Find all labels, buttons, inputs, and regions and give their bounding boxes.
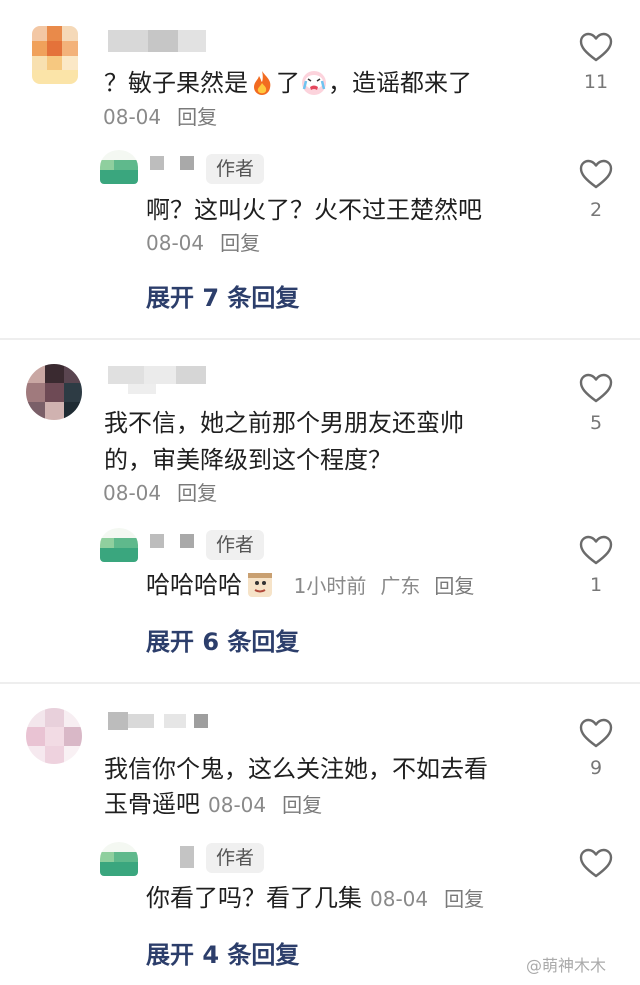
author-badge: 作者 xyxy=(206,843,265,873)
comment-date: 08-04 xyxy=(103,481,162,505)
heart-outline-icon[interactable] xyxy=(579,848,613,878)
reply-text: 你看了吗？看了几集 08-04 回复 xyxy=(146,884,485,912)
reply-button[interactable]: 回复 xyxy=(177,105,217,129)
comment-text-line1: 我不信，她之前那个男朋友还蛮帅 xyxy=(104,409,464,437)
heart-outline-icon[interactable] xyxy=(579,718,613,748)
like-count: 11 xyxy=(583,71,609,93)
like-count: 5 xyxy=(589,412,603,434)
comment-text-line1: 我信你个鬼，这么关注她，不如去看 xyxy=(104,755,488,783)
author-badge: 作者 xyxy=(206,154,265,184)
reply-button[interactable]: 回复 xyxy=(177,481,217,505)
reply-button[interactable]: 回复 xyxy=(444,887,484,911)
author-avatar[interactable] xyxy=(100,842,138,876)
reply-date: 08-04 xyxy=(370,887,429,911)
comment-meta: 08-04 回复 xyxy=(103,480,217,506)
author-avatar[interactable] xyxy=(100,150,138,184)
comment-date: 08-04 xyxy=(103,105,162,129)
author-avatar[interactable] xyxy=(100,528,138,562)
reply-meta: 08-04 回复 xyxy=(146,230,260,256)
heart-outline-icon[interactable] xyxy=(579,159,613,189)
reply-location: 广东 xyxy=(380,574,421,598)
author-badge: 作者 xyxy=(206,530,265,560)
like-count: 9 xyxy=(589,757,603,779)
reply-button[interactable]: 回复 xyxy=(434,574,474,598)
expand-replies-button[interactable]: 展开 6 条回复 xyxy=(146,622,299,657)
like-count: 1 xyxy=(589,574,603,596)
reply-text: 哈哈哈哈 1小时前 广东 回复 xyxy=(146,571,475,599)
heart-outline-icon[interactable] xyxy=(579,373,613,403)
heart-outline-icon[interactable] xyxy=(579,32,613,62)
divider xyxy=(0,682,640,684)
crying-emoji-icon xyxy=(302,71,326,95)
reply-text: 啊？这叫火了？火不过王楚然吧 xyxy=(146,196,482,224)
reply-button[interactable]: 回复 xyxy=(282,793,322,817)
avatar[interactable] xyxy=(26,708,82,764)
avatar[interactable] xyxy=(26,364,82,420)
reply-date: 08-04 xyxy=(146,231,205,255)
comment-text-line2: 玉骨遥吧 08-04 回复 xyxy=(104,790,323,818)
comment-text: ？敏子果然是了，造谣都来了 xyxy=(104,69,472,97)
comment-meta: 08-04 回复 xyxy=(103,104,217,130)
comment-text-line2: 的，审美降级到这个程度？ xyxy=(104,446,392,474)
like-count: 2 xyxy=(589,199,603,221)
avatar[interactable] xyxy=(32,26,78,84)
reply-time: 1小时前 xyxy=(293,574,367,598)
reply-button[interactable]: 回复 xyxy=(220,231,260,255)
fire-emoji-icon xyxy=(254,71,271,95)
heart-outline-icon[interactable] xyxy=(579,535,613,565)
sticker-emoji-icon xyxy=(248,573,272,597)
divider xyxy=(0,338,640,340)
watermark: @萌神木木 xyxy=(526,956,607,975)
expand-replies-button[interactable]: 展开 4 条回复 xyxy=(146,935,299,970)
expand-replies-button[interactable]: 展开 7 条回复 xyxy=(146,278,299,313)
comment-date: 08-04 xyxy=(208,793,267,817)
